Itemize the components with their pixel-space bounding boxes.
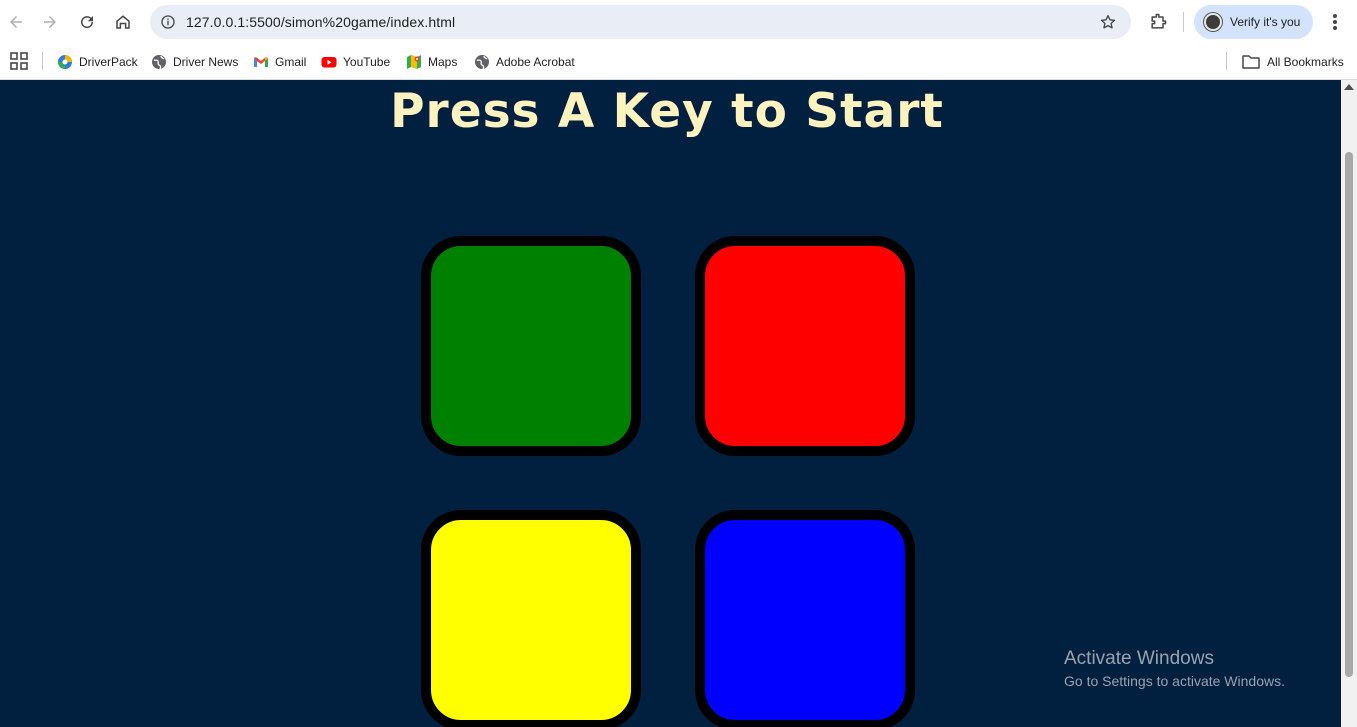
extensions-button[interactable] [1144,8,1172,36]
arrow-left-icon [10,16,22,28]
activate-windows-watermark: Activate Windows Go to Settings to activ… [1064,648,1285,689]
bookmark-gmail[interactable]: Gmail [253,50,306,74]
bookmark-label: Driver News [173,55,239,69]
game-page: Press A Key to Start Activate Windows Go… [0,80,1341,727]
bookmark-adobe-acrobat[interactable]: Adobe Acrobat [474,50,575,74]
blue-button[interactable] [695,510,915,727]
watermark-title: Activate Windows [1064,648,1214,669]
all-bookmarks-label: All Bookmarks [1267,55,1344,69]
home-button[interactable] [109,8,137,36]
scroll-thumb[interactable] [1345,152,1353,677]
all-bookmarks-button[interactable]: All Bookmarks [1242,50,1344,74]
browser-menu-button[interactable] [1322,8,1348,36]
green-button[interactable] [421,236,641,456]
driverpack-icon [58,55,72,69]
apps-grid-icon[interactable] [10,52,28,70]
folder-icon [1242,55,1260,69]
bookmark-label: Maps [428,55,458,69]
bookmark-label: DriverPack [79,55,138,69]
bookmarks-divider [1226,52,1227,70]
bookmark-driverpack[interactable]: DriverPack [57,50,138,74]
arrow-right-icon [44,16,56,28]
toolbar-divider [1183,12,1184,32]
bookmark-youtube[interactable]: YouTube [321,50,390,74]
back-button[interactable] [2,8,30,36]
more-vert-icon [1333,14,1337,30]
gmail-icon [254,57,268,67]
watermark-subtitle: Go to Settings to activate Windows. [1064,673,1285,689]
bookmark-label: Adobe Acrobat [496,55,575,69]
page-scrollbar[interactable] [1341,80,1357,727]
scroll-up-arrow-icon[interactable] [1344,84,1354,90]
home-icon [116,15,130,29]
bookmarks-divider [42,52,43,70]
youtube-icon [321,57,337,68]
bookmark-star-icon[interactable] [1097,11,1119,33]
site-info-icon[interactable] [156,10,180,34]
url-text: 127.0.0.1:5500/simon%20game/index.html [186,14,456,30]
bookmark-maps[interactable]: Maps [406,50,457,74]
maps-icon [407,55,421,69]
level-title: Press A Key to Start [390,84,944,139]
globe-icon [152,55,166,70]
browser-toolbar: 127.0.0.1:5500/simon%20game/index.html V… [0,0,1357,44]
avatar [1204,13,1222,31]
reload-icon [81,16,94,29]
forward-button[interactable] [36,8,64,36]
yellow-button[interactable] [421,510,641,727]
reload-button[interactable] [73,8,101,36]
bookmarks-bar: DriverPack Driver News Gmail YouTube Map… [0,44,1357,80]
bookmark-label: YouTube [343,55,391,69]
profile-button[interactable]: Verify it's you [1194,5,1313,39]
bookmark-label: Gmail [275,55,307,69]
puzzle-icon [1151,13,1167,29]
profile-label: Verify it's you [1230,15,1301,29]
bookmark-driver-news[interactable]: Driver News [151,50,238,74]
red-button[interactable] [695,236,915,456]
address-bar[interactable]: 127.0.0.1:5500/simon%20game/index.html [150,5,1131,39]
globe-icon [475,55,489,70]
